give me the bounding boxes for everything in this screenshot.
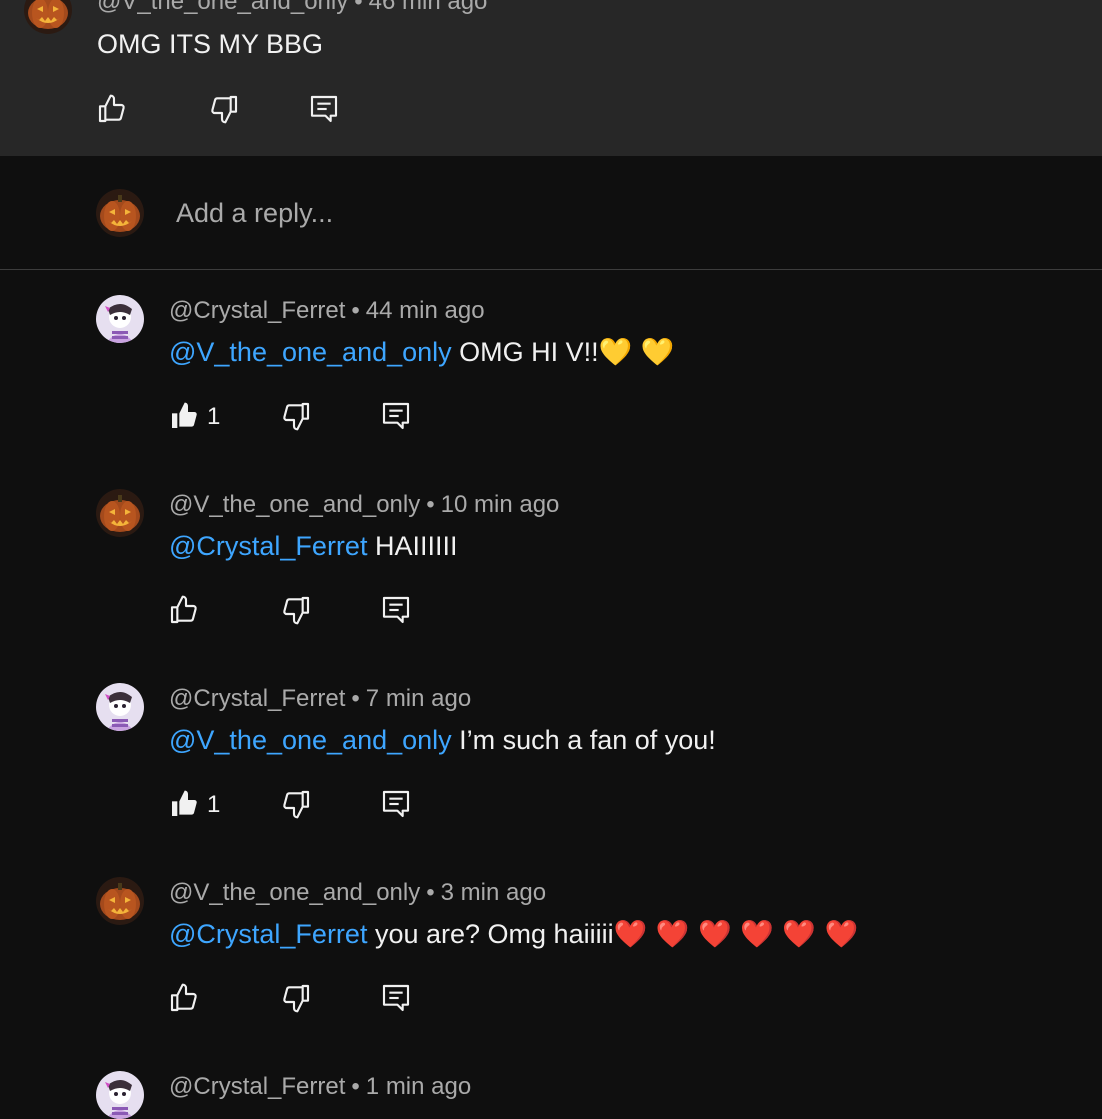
thumbs-up-icon (168, 400, 200, 432)
dislike-button[interactable] (280, 788, 312, 820)
comment-body: I’m such a fan of you! (459, 725, 716, 755)
comment-time: 44 min ago (365, 297, 485, 324)
thumbs-down-icon (280, 788, 312, 820)
separator: • (351, 1073, 360, 1100)
comment-icon (380, 982, 412, 1014)
comment-author[interactable]: @Crystal_Ferret (169, 685, 345, 712)
comment-meta: @V_the_one_and_only • 10 min ago (169, 491, 559, 519)
comment-text: @Crystal_Ferret you are? Omg haiiiii❤️ ❤… (169, 918, 858, 951)
comment-author[interactable]: @Crystal_Ferret (169, 297, 345, 324)
dislike-button[interactable] (208, 93, 240, 125)
reply-composer (0, 156, 1102, 270)
like-button[interactable] (168, 982, 200, 1014)
like-button[interactable] (168, 400, 200, 432)
comment-time: 1 min ago (365, 1073, 472, 1100)
reply-button[interactable] (380, 594, 412, 626)
reply-button[interactable] (380, 982, 412, 1014)
reply-button[interactable] (308, 93, 340, 125)
comment-text: OMG ITS MY BBG (97, 29, 324, 59)
avatar[interactable] (24, 0, 72, 34)
comment-icon (380, 400, 412, 432)
comment-body: OMG HI V!! (459, 337, 599, 367)
like-count: 1 (207, 791, 221, 818)
separator: • (426, 491, 435, 518)
reply-button[interactable] (380, 788, 412, 820)
like-button[interactable] (168, 788, 200, 820)
comment-meta: @V_the_one_and_only • 3 min ago (169, 879, 546, 907)
comment-text: @V_the_one_and_only I’m such a fan of yo… (169, 724, 716, 756)
thumbs-down-icon (280, 594, 312, 626)
comment-time: 46 min ago (368, 0, 488, 15)
avatar (96, 189, 144, 237)
like-button[interactable] (96, 93, 128, 125)
dislike-button[interactable] (280, 594, 312, 626)
dislike-button[interactable] (280, 982, 312, 1014)
comment-text: @Crystal_Ferret HAIIIIII (169, 530, 458, 562)
thumbs-up-icon (168, 788, 200, 820)
separator: • (351, 685, 360, 712)
reply-input[interactable]: Add a reply... (176, 196, 333, 230)
heart-emoji: 💛 💛 (598, 337, 675, 368)
mention-link[interactable]: @Crystal_Ferret (169, 919, 367, 949)
like-button[interactable] (168, 594, 200, 626)
reply-button[interactable] (380, 400, 412, 432)
separator: • (351, 297, 360, 324)
comment-meta: @Crystal_Ferret • 7 min ago (169, 685, 471, 713)
comment-body: you are? Omg haiiiii (374, 919, 614, 949)
comment-time: 7 min ago (365, 685, 472, 712)
dislike-button[interactable] (280, 400, 312, 432)
mention-link[interactable]: @V_the_one_and_only (169, 725, 452, 755)
comment-time: 10 min ago (440, 491, 560, 518)
separator: • (426, 879, 435, 906)
thumbs-down-icon (208, 93, 240, 125)
comment-meta: @V_the_one_and_only • 46 min ago (97, 0, 487, 16)
mention-link[interactable]: @V_the_one_and_only (169, 337, 452, 367)
comment-icon (308, 93, 340, 125)
thumbs-down-icon (280, 982, 312, 1014)
thumbs-up-icon (168, 594, 200, 626)
comment-author[interactable]: @V_the_one_and_only (169, 491, 420, 518)
comment-icon (380, 788, 412, 820)
comment-time: 3 min ago (440, 879, 547, 906)
heart-emoji: ❤️ ❤️ ❤️ ❤️ ❤️ ❤️ (613, 919, 859, 950)
comment-text: @V_the_one_and_only OMG HI V!!💛 💛 (169, 336, 675, 369)
comment-author[interactable]: @V_the_one_and_only (97, 0, 348, 15)
thumbs-up-icon (96, 93, 128, 125)
comment-author[interactable]: @Crystal_Ferret (169, 1073, 345, 1100)
separator: • (354, 0, 363, 15)
comment-body: HAIIIIII (374, 531, 458, 561)
mention-link[interactable]: @Crystal_Ferret (169, 531, 367, 561)
comment-author[interactable]: @V_the_one_and_only (169, 879, 420, 906)
like-count: 1 (207, 403, 221, 430)
thumbs-down-icon (280, 400, 312, 432)
parent-comment: @V_the_one_and_only • 46 min ago OMG ITS M… (0, 0, 1102, 156)
avatar[interactable] (96, 877, 144, 925)
avatar[interactable] (96, 683, 144, 731)
avatar[interactable] (96, 295, 144, 343)
thumbs-up-icon (168, 982, 200, 1014)
comment-meta: @Crystal_Ferret • 1 min ago (169, 1073, 471, 1101)
avatar[interactable] (96, 489, 144, 537)
avatar[interactable] (96, 1071, 144, 1119)
comment-icon (380, 594, 412, 626)
comment-meta: @Crystal_Ferret • 44 min ago (169, 297, 485, 325)
